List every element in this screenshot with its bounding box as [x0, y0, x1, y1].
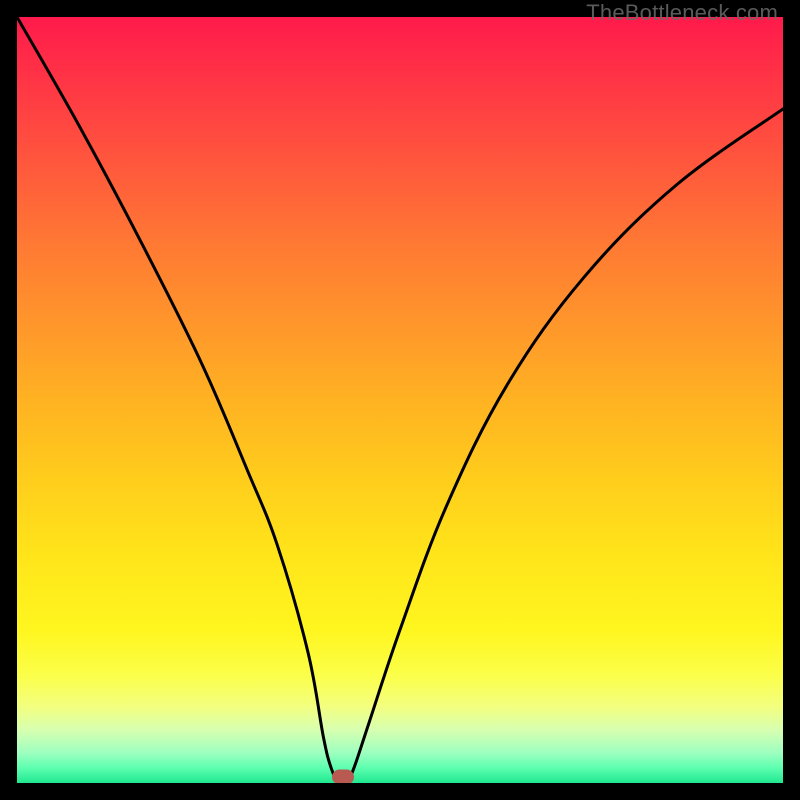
optimum-marker [332, 769, 354, 783]
watermark-text: TheBottleneck.com [586, 0, 778, 26]
bottleneck-curve [17, 17, 783, 783]
chart-area [17, 17, 783, 783]
